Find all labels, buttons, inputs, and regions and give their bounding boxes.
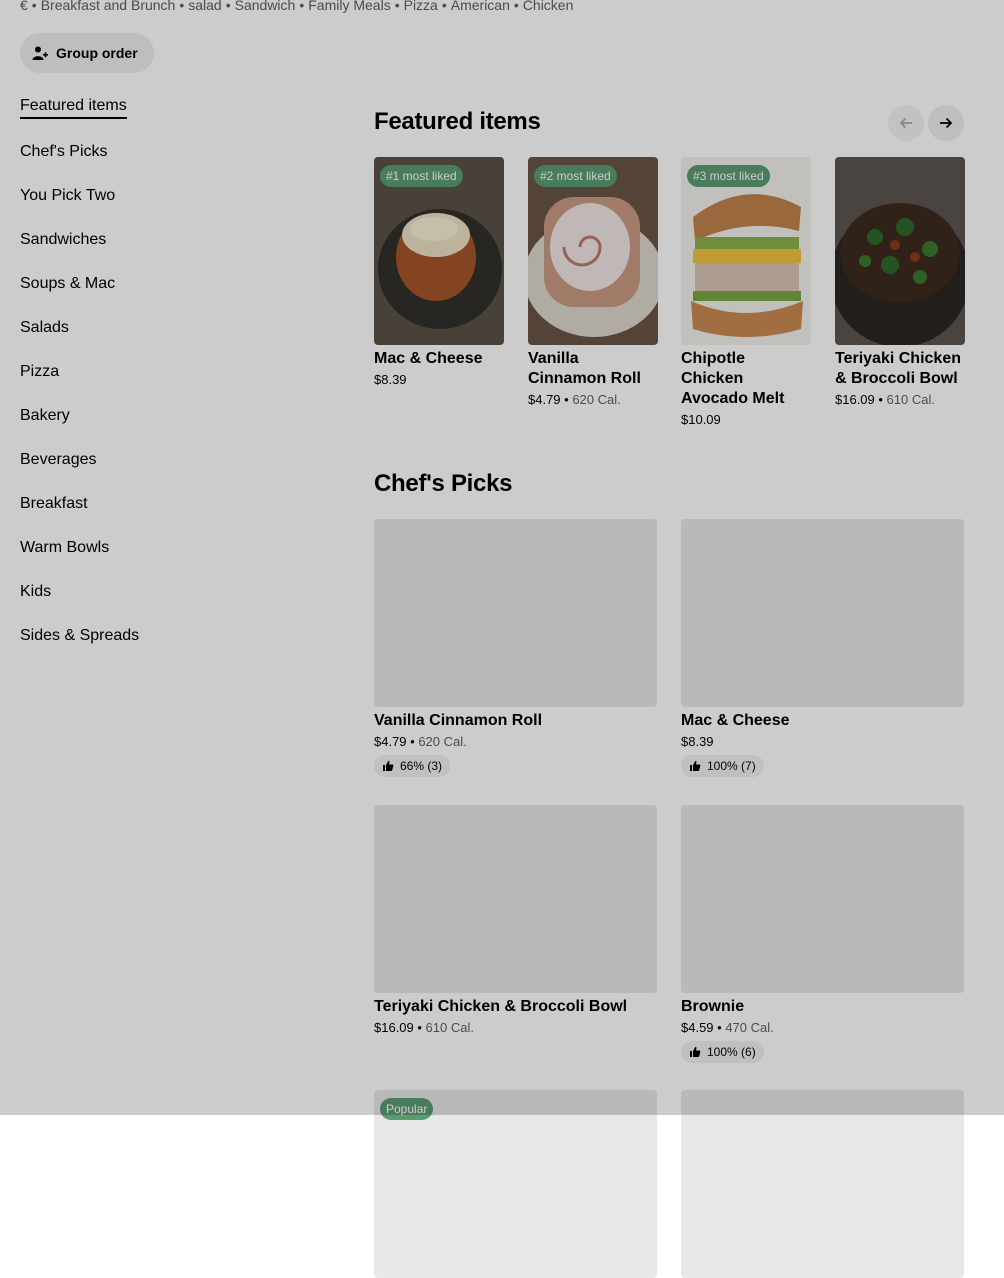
sidebar-item-sandwiches[interactable]: Sandwiches (20, 231, 106, 249)
rating-text: 100% (6) (707, 1045, 756, 1059)
thumbs-up-icon (383, 760, 394, 771)
sidebar-item-chefs-picks[interactable]: Chef's Picks (20, 143, 108, 161)
featured-item-card[interactable]: #3 most liked Chipotle Chicken Avocado M… (681, 157, 811, 427)
item-price: $16.09 (374, 1020, 414, 1035)
arrow-left-icon (899, 117, 912, 129)
person-add-icon (32, 46, 48, 60)
featured-item-card[interactable]: Teriyaki Chicken & Broccoli Bowl $16.09 … (835, 157, 965, 407)
sidebar-item-bakery[interactable]: Bakery (20, 407, 70, 425)
item-price: $8.39 (374, 372, 407, 387)
item-name: Chipotle Chicken Avocado Melt (681, 350, 785, 407)
cuisine-tag: Pizza (403, 0, 438, 13)
item-photo-placeholder (681, 519, 964, 707)
featured-item-card[interactable]: #1 most liked Mac & Cheese $8.39 (374, 157, 504, 387)
item-calories: 620 Cal. (572, 392, 621, 407)
item-price: $8.39 (681, 734, 714, 749)
arrow-right-icon (940, 117, 953, 129)
cuisine-tags: € • Breakfast and Brunch • salad • Sandwich • Fa… (20, 0, 573, 13)
sidebar-item-breakfast[interactable]: Breakfast (20, 495, 88, 513)
item-photo-mac-cheese: #1 most liked (374, 157, 504, 345)
menu-item-card[interactable]: Popular (374, 1090, 657, 1278)
item-price: $4.79 (374, 734, 407, 749)
cuisine-tag: Sandwich (234, 0, 296, 13)
cuisine-tag: Chicken (522, 0, 574, 13)
menu-item-card[interactable]: Mac & Cheese $8.39 100% (7) (681, 519, 964, 777)
item-photo-teriyaki-bowl (835, 157, 965, 345)
item-price: $4.59 (681, 1020, 714, 1035)
carousel-next-button[interactable] (928, 105, 964, 141)
item-calories: 620 Cal. (418, 734, 467, 749)
item-name: Brownie (681, 998, 745, 1015)
menu-item-card[interactable]: Teriyaki Chicken & Broccoli Bowl $16.09 … (374, 805, 657, 1035)
cuisine-tag: American (450, 0, 510, 13)
thumbs-up-icon (690, 760, 701, 771)
carousel-prev-button[interactable] (888, 105, 924, 141)
cuisine-tag: Breakfast and Brunch (40, 0, 176, 13)
featured-item-card[interactable]: #2 most liked Vanilla Cinnamon Roll $4.7… (528, 157, 658, 407)
cuisine-tag: salad (188, 0, 222, 13)
rating-badge: 66% (3) (374, 755, 451, 777)
store-menu-page: € • Breakfast and Brunch • salad • Sandwich • Fa… (0, 0, 1004, 1278)
item-photo-placeholder (681, 1090, 964, 1278)
sidebar-item-beverages[interactable]: Beverages (20, 451, 97, 469)
item-name: Mac & Cheese (681, 712, 790, 729)
most-liked-badge: #1 most liked (380, 165, 463, 187)
sidebar-item-sides-spreads[interactable]: Sides & Spreads (20, 627, 139, 645)
thumbs-up-icon (690, 1046, 701, 1057)
rating-badge: 100% (6) (681, 1041, 764, 1063)
sidebar-item-warm-bowls[interactable]: Warm Bowls (20, 539, 109, 557)
sidebar-item-you-pick-two[interactable]: You Pick Two (20, 187, 115, 205)
menu-item-card[interactable]: Brownie $4.59 • 470 Cal. 100% (6) (681, 805, 964, 1063)
item-photo-placeholder (374, 519, 657, 707)
item-photo-chipotle-melt: #3 most liked (681, 157, 811, 345)
item-name: Teriyaki Chicken & Broccoli Bowl (374, 998, 628, 1015)
menu-item-card[interactable] (681, 1090, 964, 1278)
featured-items-heading: Featured items (374, 108, 541, 135)
sidebar-item-featured-items[interactable]: Featured items (20, 97, 127, 119)
item-photo-placeholder (374, 805, 657, 993)
item-photo-placeholder: Popular (374, 1090, 657, 1278)
item-photo-placeholder (681, 805, 964, 993)
item-name: Mac & Cheese (374, 350, 483, 367)
sidebar-item-pizza[interactable]: Pizza (20, 363, 59, 381)
most-liked-badge: #2 most liked (534, 165, 617, 187)
most-liked-badge: #3 most liked (687, 165, 770, 187)
menu-item-card[interactable]: Vanilla Cinnamon Roll $4.79 • 620 Cal. 6… (374, 519, 657, 777)
chefs-picks-heading: Chef's Picks (374, 470, 513, 497)
rating-badge: 100% (7) (681, 755, 764, 777)
price-range-tag: € (20, 0, 28, 13)
item-price: $10.09 (681, 412, 721, 427)
item-calories: 470 Cal. (725, 1020, 774, 1035)
cuisine-tag: Family Meals (308, 0, 391, 13)
item-calories: 610 Cal. (425, 1020, 474, 1035)
item-name: Vanilla Cinnamon Roll (528, 350, 641, 387)
sidebar-item-kids[interactable]: Kids (20, 583, 51, 601)
popular-badge: Popular (380, 1098, 434, 1120)
item-price: $4.79 (528, 392, 561, 407)
rating-text: 100% (7) (707, 759, 756, 773)
item-name: Vanilla Cinnamon Roll (374, 712, 543, 729)
item-name: Teriyaki Chicken & Broccoli Bowl (835, 350, 961, 387)
sidebar-item-soups-mac[interactable]: Soups & Mac (20, 275, 115, 293)
item-photo-cinnamon-roll: #2 most liked (528, 157, 658, 345)
group-order-button[interactable]: Group order (20, 33, 154, 73)
group-order-label: Group order (56, 45, 138, 61)
item-calories: 610 Cal. (886, 392, 935, 407)
rating-text: 66% (3) (400, 759, 443, 773)
item-price: $16.09 (835, 392, 875, 407)
sidebar-item-salads[interactable]: Salads (20, 319, 69, 337)
